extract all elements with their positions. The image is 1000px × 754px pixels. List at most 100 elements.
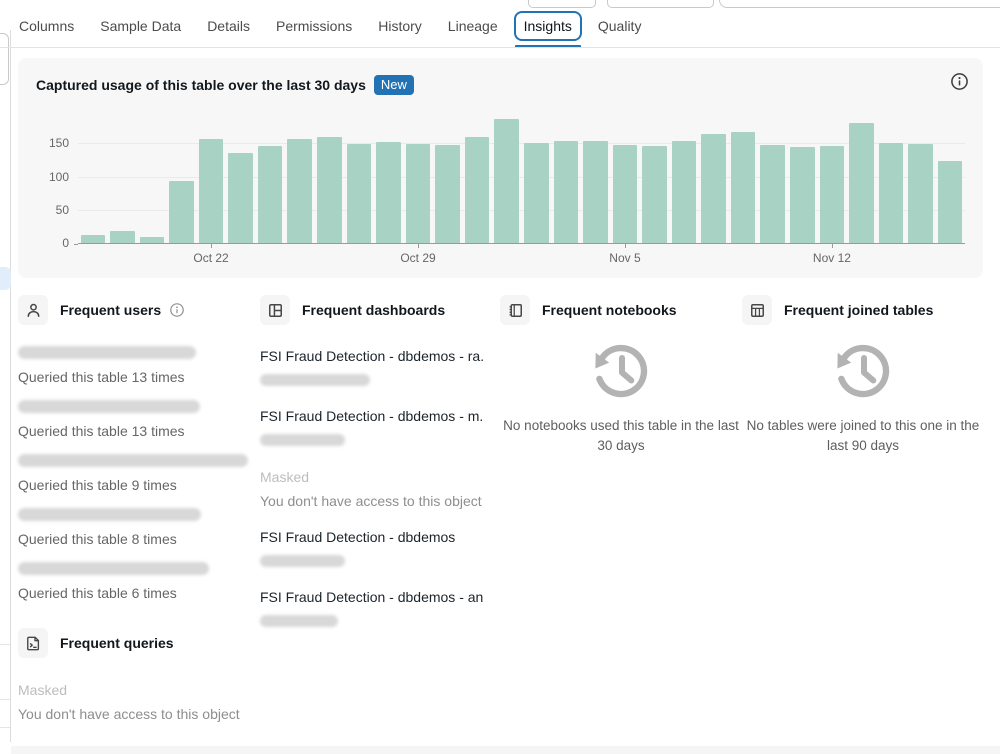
tab-details[interactable]: Details — [206, 13, 251, 39]
usage-bar[interactable] — [435, 145, 460, 243]
usage-bar[interactable] — [287, 139, 312, 243]
usage-bar[interactable] — [937, 161, 963, 243]
usage-bar[interactable] — [642, 145, 667, 243]
usage-bar[interactable] — [139, 237, 165, 243]
dashboard-icon — [260, 295, 290, 325]
clipped-search-input[interactable] — [719, 0, 1000, 8]
insights-page: Columns Sample Data Details Permissions Hist… — [0, 0, 1000, 754]
masked-message: You don't have access to this object — [18, 706, 240, 722]
y-axis-label: 0 — [62, 236, 69, 250]
dashboard-link[interactable]: FSI Fraud Detection - dbdemos - m... — [260, 408, 484, 424]
tab-sample-data[interactable]: Sample Data — [99, 13, 182, 39]
dashboard-link[interactable]: FSI Fraud Detection - dbdemos - an... — [260, 589, 484, 605]
frequent-notebooks-header: Frequent notebooks — [500, 294, 742, 326]
usage-chart: 0 50 100 150 Oct 22 Oct 29 Nov 5 Nov 12 — [49, 110, 965, 265]
axis-tick — [624, 244, 626, 248]
masked-user-name — [18, 508, 201, 521]
x-axis-label: Oct 29 — [400, 251, 436, 265]
usage-bar[interactable] — [819, 145, 845, 243]
section-title: Frequent dashboards — [302, 302, 446, 318]
usage-bar[interactable] — [464, 137, 490, 243]
bottom-scroll-strip[interactable] — [11, 746, 1000, 754]
usage-bar[interactable] — [110, 231, 135, 243]
masked-dashboard-caption — [260, 374, 370, 386]
usage-bar[interactable] — [346, 143, 372, 243]
x-axis-label: Nov 12 — [812, 251, 851, 265]
frequent-users-header: Frequent users — [18, 294, 260, 326]
user-query-count: Queried this table 8 times — [18, 531, 177, 547]
frequent-users-list: Queried this table 13 times Queried this … — [18, 346, 260, 601]
frequent-user-item: Queried this table 8 times — [18, 508, 260, 547]
tab-lineage[interactable]: Lineage — [447, 13, 499, 39]
masked-label: Masked — [18, 682, 68, 698]
divider — [0, 644, 10, 645]
usage-bar[interactable] — [523, 142, 549, 243]
frequent-joined-tables-header: Frequent joined tables — [742, 294, 984, 326]
frequent-dashboard-item: FSI Fraud Detection - dbdemos - an... — [260, 589, 484, 627]
frequent-dashboard-item: FSI Fraud Detection - dbdemos - ra... — [260, 348, 484, 386]
usage-bar[interactable] — [198, 139, 224, 243]
section-title: Frequent queries — [60, 635, 174, 651]
sidebar-selected-item-fragment[interactable] — [0, 267, 11, 290]
axis-tick — [211, 244, 213, 248]
frequent-users-section: Frequent users Queried this table 13 tim… — [18, 294, 260, 649]
usage-bar[interactable] — [228, 152, 253, 243]
tab-history[interactable]: History — [377, 13, 423, 39]
frequent-user-item: Queried this table 6 times — [18, 562, 260, 601]
info-icon[interactable] — [950, 72, 969, 96]
masked-label: Masked — [260, 469, 310, 485]
user-query-count: Queried this table 13 times — [18, 369, 185, 385]
usage-bar[interactable] — [494, 118, 519, 243]
usage-bar[interactable] — [701, 133, 726, 243]
usage-bar[interactable] — [405, 143, 431, 243]
axis-tick — [831, 244, 833, 248]
tab-insights[interactable]: Insights — [513, 11, 582, 48]
person-icon — [18, 295, 48, 325]
usage-bar[interactable] — [317, 137, 342, 243]
usage-bar[interactable] — [760, 145, 785, 243]
frequent-user-item: Queried this table 9 times — [18, 454, 260, 493]
usage-bar[interactable] — [376, 141, 401, 243]
frequent-queries-list: Masked You don't have access to this obje… — [18, 681, 498, 754]
query-file-icon — [18, 628, 48, 658]
info-icon[interactable] — [169, 302, 185, 318]
frequent-user-item: Queried this table 13 times — [18, 400, 260, 439]
tab-columns[interactable]: Columns — [18, 13, 75, 39]
new-badge: New — [373, 75, 414, 95]
notebooks-empty-state: No notebooks used this table in the last… — [500, 338, 742, 457]
usage-bar[interactable] — [671, 141, 697, 243]
usage-bar[interactable] — [878, 142, 904, 243]
usage-bar[interactable] — [730, 131, 756, 243]
frequency-sections: Frequent users Queried this table 13 tim… — [18, 294, 984, 649]
usage-bar[interactable] — [790, 147, 815, 243]
usage-bar[interactable] — [583, 141, 608, 243]
frequent-dashboard-item: FSI Fraud Detection - dbdemos — [260, 529, 484, 567]
clipped-toolbar-button[interactable] — [607, 0, 714, 8]
dashboard-link[interactable]: FSI Fraud Detection - dbdemos - ra... — [260, 348, 484, 364]
tab-quality[interactable]: Quality — [597, 13, 643, 39]
usage-bar[interactable] — [169, 180, 194, 243]
usage-bar[interactable] — [849, 122, 874, 243]
usage-bar[interactable] — [612, 145, 638, 243]
masked-dashboard-caption — [260, 555, 345, 567]
usage-bar[interactable] — [257, 145, 283, 243]
masked-dashboard-item: Masked You don't have access to this obje… — [260, 468, 484, 511]
empty-message: No tables were joined to this one in the… — [746, 418, 980, 454]
tab-permissions[interactable]: Permissions — [275, 13, 353, 39]
clipped-toolbar-button[interactable] — [528, 0, 596, 8]
usage-bar[interactable] — [908, 143, 933, 243]
masked-message: You don't have access to this object — [260, 493, 482, 509]
section-title: Frequent joined tables — [784, 302, 934, 318]
masked-query-item: Masked You don't have access to this obje… — [18, 681, 498, 724]
dashboard-link[interactable]: FSI Fraud Detection - dbdemos — [260, 529, 484, 545]
history-icon — [595, 344, 648, 398]
usage-bar[interactable] — [553, 141, 579, 243]
table-icon — [742, 295, 772, 325]
y-axis-label: 150 — [48, 136, 69, 151]
masked-user-name — [18, 400, 200, 413]
usage-bar[interactable] — [80, 235, 106, 243]
frequent-joined-tables-section: Frequent joined tables No tables were jo… — [742, 294, 984, 649]
masked-user-name — [18, 562, 209, 575]
history-icon — [837, 344, 890, 398]
frequent-dashboard-item: FSI Fraud Detection - dbdemos - m... — [260, 408, 484, 446]
